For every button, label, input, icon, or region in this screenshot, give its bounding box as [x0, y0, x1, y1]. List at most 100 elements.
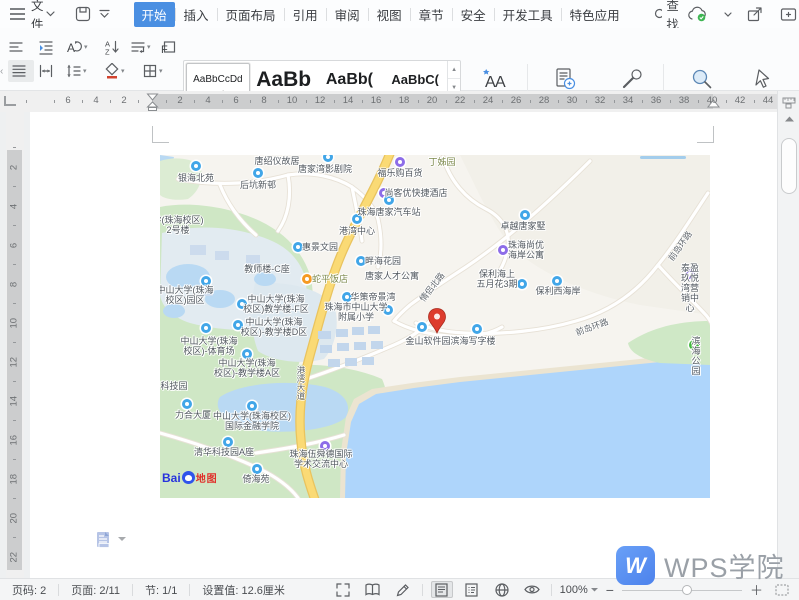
tab-视图[interactable]: 视图	[369, 2, 410, 27]
poi-icon-purple	[320, 441, 330, 451]
tab-开发工具[interactable]: 开发工具	[495, 2, 561, 27]
baidu-logo-suffix: 地图	[196, 470, 218, 485]
tab-章节[interactable]: 章节	[411, 2, 452, 27]
status-item[interactable]: 设置值: 12.6厘米	[190, 582, 297, 598]
scroll-up-icon[interactable]	[785, 116, 794, 122]
poi-icon-blue	[242, 349, 252, 359]
poi-icon-blue	[342, 292, 352, 302]
search-icon	[654, 8, 663, 21]
share-icon[interactable]	[745, 4, 765, 24]
poi-icon-blue	[517, 279, 527, 289]
ruler-tick	[54, 100, 55, 103]
scrollbar-thumb[interactable]	[781, 138, 797, 194]
zoom-level[interactable]: 100%	[560, 584, 598, 596]
special-indent-icon[interactable]: ▾	[130, 36, 164, 58]
hamburger-icon[interactable]	[10, 4, 25, 24]
outline-view-icon[interactable]	[461, 581, 483, 598]
ruler-tick	[474, 100, 475, 103]
switch-window-icon[interactable]	[778, 4, 798, 24]
document-page[interactable]: 银海北苑唐绍仪故居唐家湾影剧院丁姊园福乐购百货后坑新邨尚客优快捷酒店珠海唐家汽车…	[30, 112, 777, 578]
styles-scroll-up-icon[interactable]: ▲	[448, 61, 460, 79]
vertical-ruler[interactable]: 246810121416182022	[6, 112, 24, 578]
wps-academy-watermark: W WPS学院	[616, 546, 785, 585]
ruler-tick	[362, 100, 363, 103]
ruler-number: 12	[315, 95, 326, 106]
page-view-icon[interactable]	[431, 581, 453, 598]
left-indent-markers[interactable]	[145, 93, 160, 111]
ruler-toggle-icon[interactable]	[782, 95, 796, 109]
tab-selector-icon[interactable]	[4, 96, 16, 106]
read-layout-icon[interactable]	[362, 581, 384, 598]
tab-页面布局[interactable]: 页面布局	[218, 2, 284, 27]
zoom-slider-thumb[interactable]	[682, 585, 692, 595]
ruler-tick	[82, 100, 83, 103]
poi-icon-blue	[182, 399, 192, 409]
paragraph-spacing-icon[interactable]: ▾	[66, 60, 100, 82]
status-item[interactable]: 节: 1/1	[133, 582, 189, 598]
justify-icon[interactable]	[8, 60, 34, 82]
status-item[interactable]: 页码: 2	[0, 582, 58, 598]
sort-icon[interactable]: AZ	[104, 36, 130, 58]
map-pin-icon[interactable]	[428, 308, 446, 334]
page-settings-widget[interactable]	[96, 531, 126, 549]
ruler-number: 38	[679, 95, 690, 106]
tab-引用[interactable]: 引用	[285, 2, 326, 27]
ruler-tick	[530, 100, 531, 103]
shading-icon[interactable]: ▾	[104, 60, 138, 82]
char-width-icon[interactable]	[38, 60, 64, 82]
collapse-sidebar-icon[interactable]: ‹	[0, 58, 8, 84]
menu-tabs: 开始插入页面布局引用审阅视图章节安全开发工具特色应用	[134, 2, 628, 27]
vruler-number: 8	[9, 279, 20, 289]
titlebar-actions: ? ⋮	[683, 4, 799, 24]
baidu-maps-logo: Bai 地图	[162, 470, 218, 485]
poi-icon-blue	[237, 299, 247, 309]
poi-icon-purple	[685, 269, 695, 279]
svg-text:Z: Z	[105, 48, 110, 56]
tab-安全[interactable]: 安全	[453, 2, 494, 27]
vruler-tick	[13, 147, 16, 148]
web-view-icon[interactable]	[491, 581, 513, 598]
document-area: 246810121416182022	[0, 112, 777, 578]
frame-icon[interactable]: F	[160, 36, 186, 58]
line-spacing-icon[interactable]	[8, 36, 34, 58]
save-icon[interactable]	[75, 4, 91, 24]
vruler-number: 18	[9, 474, 20, 484]
ruler-tick	[250, 100, 251, 103]
indent-decrease-icon[interactable]	[38, 36, 64, 58]
status-item[interactable]: 页面: 2/11	[59, 582, 132, 598]
vruler-number: 16	[9, 435, 20, 445]
poi-icon-blue	[253, 168, 263, 178]
text-tool-icon	[620, 67, 644, 91]
file-menu-chevron-icon[interactable]	[46, 4, 55, 24]
horizontal-ruler[interactable]: 6422468101214161820222426283032343638404…	[0, 91, 777, 112]
borders-icon[interactable]: ▾	[142, 60, 176, 82]
undo-dropdown-icon[interactable]	[99, 4, 110, 24]
vruler-number: 2	[9, 162, 20, 172]
vruler-tick	[13, 264, 16, 265]
crop-mark-top-right-v	[713, 126, 714, 143]
ruler-tick	[26, 100, 27, 103]
ruler-tick	[306, 100, 307, 103]
cloud-sync-icon[interactable]	[685, 4, 711, 24]
ruler-tick	[698, 100, 699, 103]
ruler-number: 30	[567, 95, 578, 106]
tab-审阅[interactable]: 审阅	[327, 2, 368, 27]
ruler-tick	[754, 100, 755, 103]
vruler-number: 20	[9, 513, 20, 523]
text-effect-icon[interactable]: A▾	[66, 36, 100, 58]
ruler-tick	[418, 100, 419, 103]
vertical-scrollbar[interactable]	[777, 91, 799, 578]
edit-pen-icon[interactable]	[392, 581, 414, 598]
fullscreen-icon[interactable]	[332, 581, 354, 598]
tab-开始[interactable]: 开始	[134, 2, 175, 27]
poi-icon-blue	[520, 210, 530, 220]
map-image[interactable]: 银海北苑唐绍仪故居唐家湾影剧院丁姊园福乐购百货后坑新邨尚客优快捷酒店珠海唐家汽车…	[160, 155, 710, 498]
tab-插入[interactable]: 插入	[176, 2, 217, 27]
zoom-out-button[interactable]: −	[606, 582, 614, 598]
ruler-number: 22	[455, 95, 466, 106]
eye-protect-icon[interactable]	[521, 581, 543, 598]
tab-特色应用[interactable]: 特色应用	[562, 2, 628, 27]
ruler-number: 2	[121, 95, 126, 106]
cloud-chevron-icon[interactable]	[724, 4, 732, 24]
vruler-tick	[13, 186, 16, 187]
